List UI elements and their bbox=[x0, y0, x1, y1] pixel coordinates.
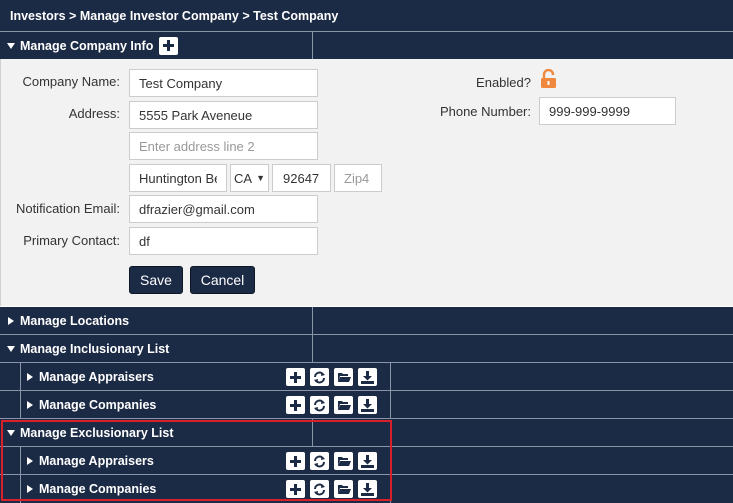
expand-icon bbox=[27, 372, 33, 381]
folder-open-icon[interactable] bbox=[334, 396, 353, 414]
city-input[interactable] bbox=[129, 164, 227, 192]
expand-icon bbox=[27, 456, 33, 465]
breadcrumb-bar: Investors > Manage Investor Company > Te… bbox=[0, 0, 733, 31]
expand-icon bbox=[8, 316, 14, 325]
refresh-icon[interactable] bbox=[310, 368, 329, 386]
locations-header[interactable]: Manage Locations bbox=[0, 307, 733, 334]
download-icon[interactable] bbox=[358, 452, 377, 470]
companies-title: Manage Companies bbox=[39, 482, 157, 496]
address-line2-input[interactable] bbox=[129, 132, 318, 160]
add-button[interactable] bbox=[286, 452, 305, 470]
primary-contact-input[interactable] bbox=[129, 227, 318, 255]
primary-contact-label: Primary Contact: bbox=[23, 233, 120, 248]
add-button[interactable] bbox=[286, 368, 305, 386]
expand-icon bbox=[27, 485, 33, 493]
download-icon[interactable] bbox=[358, 480, 377, 498]
add-button[interactable] bbox=[286, 480, 305, 498]
add-button[interactable] bbox=[286, 396, 305, 414]
enabled-label: Enabled? bbox=[476, 75, 531, 90]
inclusionary-title: Manage Inclusionary List bbox=[20, 341, 170, 356]
unlock-icon[interactable] bbox=[540, 68, 558, 92]
phone-input[interactable] bbox=[539, 97, 676, 125]
cancel-button[interactable]: Cancel bbox=[190, 266, 255, 294]
companies-title: Manage Companies bbox=[39, 397, 157, 412]
state-value: CA bbox=[234, 170, 253, 186]
inclusionary-appraisers-row[interactable]: Manage Appraisers bbox=[0, 363, 733, 390]
address-label: Address: bbox=[68, 106, 120, 121]
notification-email-label: Notification Email: bbox=[15, 201, 120, 216]
collapse-icon bbox=[7, 42, 15, 49]
inclusionary-companies-row[interactable]: Manage Companies bbox=[0, 391, 733, 418]
exclusionary-title: Manage Exclusionary List bbox=[20, 425, 174, 440]
refresh-icon[interactable] bbox=[310, 452, 329, 470]
collapse-icon bbox=[7, 345, 15, 352]
zip4-input[interactable] bbox=[334, 164, 382, 192]
company-info-title: Manage Company Info bbox=[20, 38, 154, 53]
exclusionary-companies-row[interactable]: Manage Companies bbox=[0, 475, 733, 503]
company-info-form: Company Name: Address: CA ▼ Notification… bbox=[0, 59, 733, 306]
collapse-icon bbox=[7, 429, 15, 436]
refresh-icon[interactable] bbox=[310, 396, 329, 414]
download-icon[interactable] bbox=[358, 396, 377, 414]
address-line1-input[interactable] bbox=[129, 101, 318, 129]
save-button[interactable]: Save bbox=[129, 266, 183, 294]
appraisers-title: Manage Appraisers bbox=[39, 453, 154, 468]
phone-label: Phone Number: bbox=[439, 104, 531, 119]
dropdown-arrow-icon: ▼ bbox=[256, 173, 265, 183]
expand-icon bbox=[27, 400, 33, 409]
download-icon[interactable] bbox=[358, 368, 377, 386]
company-info-header[interactable]: Manage Company Info bbox=[0, 32, 733, 59]
breadcrumb: Investors > Manage Investor Company > Te… bbox=[10, 8, 339, 23]
notification-email-input[interactable] bbox=[129, 195, 318, 223]
folder-open-icon[interactable] bbox=[334, 480, 353, 498]
appraisers-title: Manage Appraisers bbox=[39, 369, 154, 384]
folder-open-icon[interactable] bbox=[334, 368, 353, 386]
refresh-icon[interactable] bbox=[310, 480, 329, 498]
folder-open-icon[interactable] bbox=[334, 452, 353, 470]
add-company-button[interactable] bbox=[159, 36, 179, 55]
exclusionary-header[interactable]: Manage Exclusionary List bbox=[0, 419, 733, 446]
state-select[interactable]: CA ▼ bbox=[230, 164, 269, 192]
company-name-label: Company Name: bbox=[22, 74, 120, 89]
inclusionary-header[interactable]: Manage Inclusionary List bbox=[0, 335, 733, 362]
locations-title: Manage Locations bbox=[20, 313, 130, 328]
company-name-input[interactable] bbox=[129, 69, 318, 97]
zip-input[interactable] bbox=[272, 164, 331, 192]
exclusionary-appraisers-row[interactable]: Manage Appraisers bbox=[0, 447, 733, 474]
